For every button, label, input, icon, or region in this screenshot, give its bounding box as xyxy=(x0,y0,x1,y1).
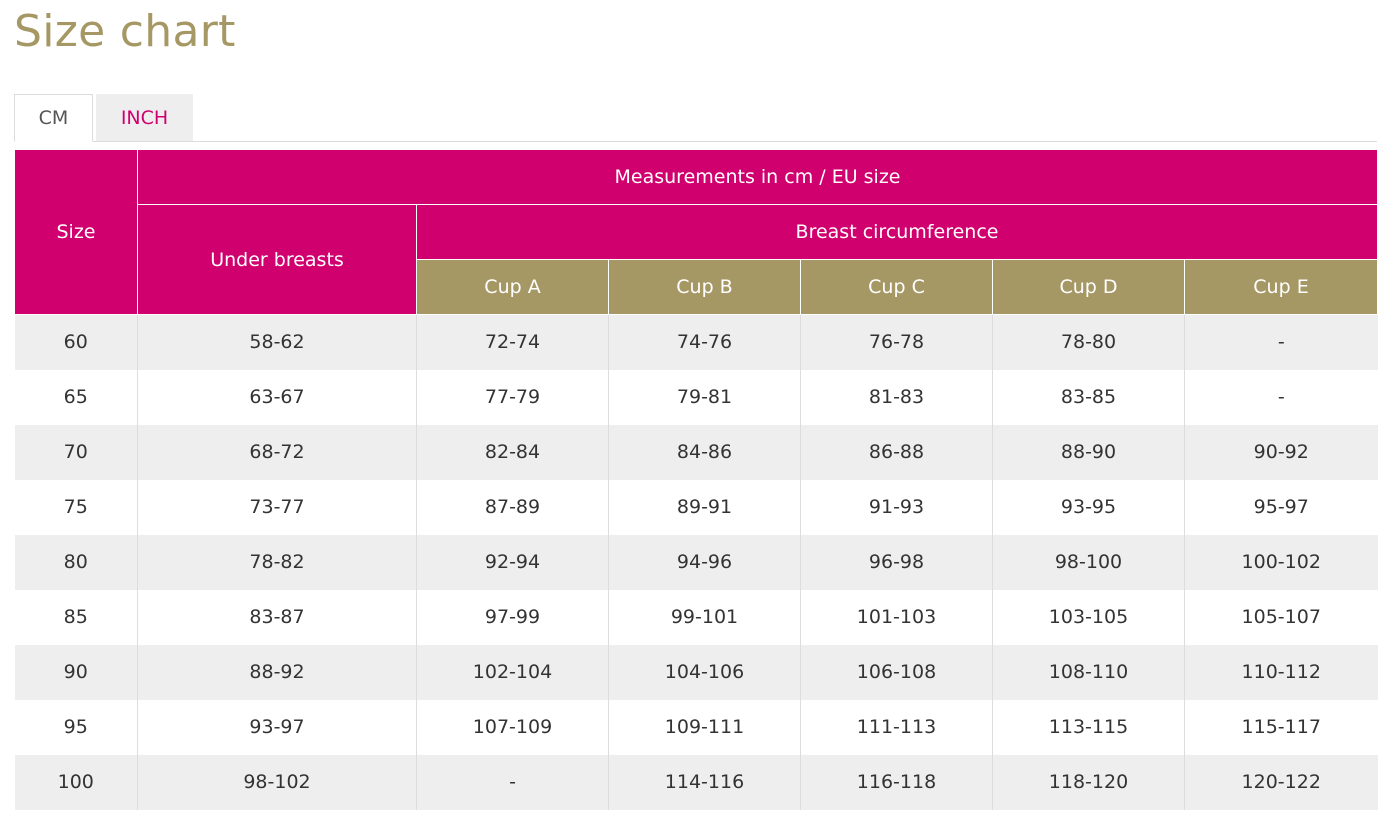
table-row: 85 83-87 97-99 99-101 101-103 103-105 105-107 xyxy=(14,589,1378,645)
cell-cup-b: 114-116 xyxy=(608,754,801,810)
cell-cup-d: 118-120 xyxy=(992,754,1185,810)
cell-size: 75 xyxy=(14,479,138,535)
cell-cup-c: 116-118 xyxy=(800,754,993,810)
cell-cup-b: 104-106 xyxy=(608,644,801,700)
cell-cup-b: 109-111 xyxy=(608,699,801,755)
header-cup-b: Cup B xyxy=(608,259,801,315)
table-row: 100 98-102-114-116 116-118 118-120 120-122 xyxy=(14,754,1378,810)
tab-inch[interactable]: INCH xyxy=(96,94,193,141)
cell-cup-c: 111-113 xyxy=(800,699,993,755)
table-row: 70 68-72 82-84 84-86 86-88 88-90 90-92 xyxy=(14,424,1378,480)
cell-cup-a: 102-104 xyxy=(416,644,609,700)
header-cup-c: Cup C xyxy=(800,259,993,315)
header-measurements: Measurements in cm / EU size xyxy=(137,149,1378,205)
cell-cup-a: 97-99 xyxy=(416,589,609,645)
page-title: Size chart xyxy=(14,6,236,57)
table-row: 75 73-77 87-89 89-91 91-93 93-95 95-97 xyxy=(14,479,1378,535)
cell-cup-b: 89-91 xyxy=(608,479,801,535)
table-row: 60 58-62 72-74 74-76 76-78 78-80- xyxy=(14,314,1378,370)
cell-cup-d: 88-90 xyxy=(992,424,1185,480)
cell-cup-e: 105-107 xyxy=(1184,589,1378,645)
cell-under-breasts: 68-72 xyxy=(137,424,417,480)
cell-under-breasts: 88-92 xyxy=(137,644,417,700)
table-row: 80 78-82 92-94 94-96 96-98 98-100 100-102 xyxy=(14,534,1378,590)
header-under-breasts: Under breasts xyxy=(137,204,417,315)
cell-cup-c: 96-98 xyxy=(800,534,993,590)
cell-cup-d: 103-105 xyxy=(992,589,1185,645)
header-cup-d: Cup D xyxy=(992,259,1185,315)
cell-cup-c: 101-103 xyxy=(800,589,993,645)
cell-cup-a: 82-84 xyxy=(416,424,609,480)
cell-cup-b: 74-76 xyxy=(608,314,801,370)
cell-size: 60 xyxy=(14,314,138,370)
cell-cup-d: 83-85 xyxy=(992,369,1185,425)
table-body: 60 58-62 72-74 74-76 76-78 78-80-65 63-67 77-79… xyxy=(14,314,1378,810)
table-row: 65 63-67 77-79 79-81 81-83 83-85- xyxy=(14,369,1378,425)
cell-cup-c: 76-78 xyxy=(800,314,993,370)
header-cup-e: Cup E xyxy=(1184,259,1378,315)
cell-cup-e: - xyxy=(1184,369,1378,425)
cell-under-breasts: 58-62 xyxy=(137,314,417,370)
cell-size: 90 xyxy=(14,644,138,700)
cell-cup-d: 78-80 xyxy=(992,314,1185,370)
cell-cup-a: 107-109 xyxy=(416,699,609,755)
cell-size: 95 xyxy=(14,699,138,755)
cell-cup-c: 106-108 xyxy=(800,644,993,700)
cell-cup-c: 86-88 xyxy=(800,424,993,480)
table-row: 90 88-92 102-104 104-106 106-108 108-110 110-1… xyxy=(14,644,1378,700)
cell-under-breasts: 73-77 xyxy=(137,479,417,535)
cell-under-breasts: 63-67 xyxy=(137,369,417,425)
cell-under-breasts: 78-82 xyxy=(137,534,417,590)
cell-cup-c: 91-93 xyxy=(800,479,993,535)
cell-under-breasts: 83-87 xyxy=(137,589,417,645)
cell-cup-e: 110-112 xyxy=(1184,644,1378,700)
header-cup-a: Cup A xyxy=(416,259,609,315)
cell-size: 100 xyxy=(14,754,138,810)
cell-cup-a: 92-94 xyxy=(416,534,609,590)
cell-cup-c: 81-83 xyxy=(800,369,993,425)
cell-cup-a: 87-89 xyxy=(416,479,609,535)
cell-size: 70 xyxy=(14,424,138,480)
cell-cup-d: 98-100 xyxy=(992,534,1185,590)
cell-cup-b: 94-96 xyxy=(608,534,801,590)
cell-cup-d: 93-95 xyxy=(992,479,1185,535)
size-chart-table: Size Measurements in cm / EU size Under … xyxy=(14,149,1378,810)
header-size: Size xyxy=(14,149,138,315)
header-breast-circumference: Breast circumference xyxy=(416,204,1378,260)
cell-cup-d: 108-110 xyxy=(992,644,1185,700)
cell-cup-a: - xyxy=(416,754,609,810)
cell-cup-e: 95-97 xyxy=(1184,479,1378,535)
cell-cup-a: 72-74 xyxy=(416,314,609,370)
unit-tabs: CM INCH xyxy=(14,94,1377,142)
cell-cup-b: 79-81 xyxy=(608,369,801,425)
cell-size: 65 xyxy=(14,369,138,425)
cell-cup-a: 77-79 xyxy=(416,369,609,425)
cell-cup-b: 84-86 xyxy=(608,424,801,480)
cell-cup-e: 100-102 xyxy=(1184,534,1378,590)
cell-cup-d: 113-115 xyxy=(992,699,1185,755)
cell-under-breasts: 98-102 xyxy=(137,754,417,810)
cell-size: 80 xyxy=(14,534,138,590)
cell-under-breasts: 93-97 xyxy=(137,699,417,755)
cell-size: 85 xyxy=(14,589,138,645)
cell-cup-e: 120-122 xyxy=(1184,754,1378,810)
cell-cup-b: 99-101 xyxy=(608,589,801,645)
cell-cup-e: - xyxy=(1184,314,1378,370)
cell-cup-e: 90-92 xyxy=(1184,424,1378,480)
table-row: 95 93-97 107-109 109-111 111-113 113-115 115-1… xyxy=(14,699,1378,755)
cell-cup-e: 115-117 xyxy=(1184,699,1378,755)
tab-cm[interactable]: CM xyxy=(14,94,93,142)
